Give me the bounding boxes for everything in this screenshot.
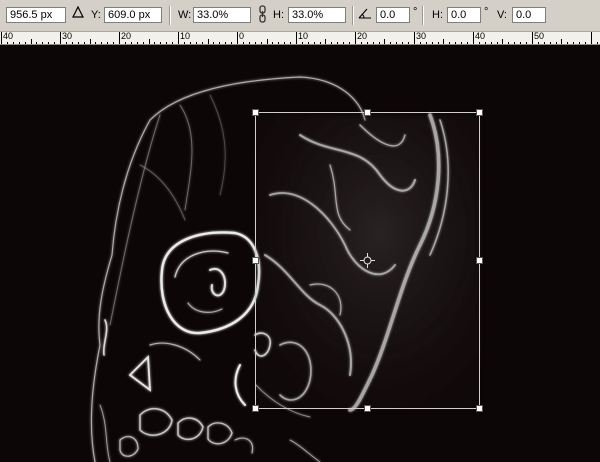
skew-h-label: H:	[432, 9, 443, 21]
document-canvas[interactable]	[0, 45, 600, 462]
toolbar-separator	[169, 6, 170, 25]
w-label: W:	[178, 9, 192, 21]
h-label: H:	[273, 9, 284, 21]
ruler-label: 0	[239, 32, 245, 41]
handle-top-right[interactable]	[476, 109, 483, 116]
ruler-label: 30	[62, 32, 73, 41]
width-scale-field[interactable]: 33.0%	[193, 7, 251, 23]
ruler-label: 10	[180, 32, 191, 41]
horizontal-ruler[interactable]: 40 30 20 10 0 10 20 30 40 50	[0, 32, 600, 45]
rotation-field[interactable]: 0.0	[376, 7, 410, 23]
handle-middle-left[interactable]	[252, 257, 259, 264]
handle-bottom-center[interactable]	[364, 405, 371, 412]
handle-bottom-right[interactable]	[476, 405, 483, 412]
handle-top-left[interactable]	[252, 109, 259, 116]
chain-link-icon[interactable]	[258, 5, 267, 28]
height-scale-field[interactable]: 33.0%	[288, 7, 346, 23]
ruler-label: 20	[357, 32, 368, 41]
x-position-field[interactable]: 956.5 px	[6, 7, 66, 23]
skew-horizontal-field[interactable]: 0.0	[447, 7, 481, 23]
ruler-label: 50	[534, 32, 545, 41]
angle-icon	[358, 6, 372, 25]
skew-vertical-field[interactable]: 0.0	[512, 7, 546, 23]
transform-options-bar: 956.5 px Y: 609.0 px W: 33.0% H: 33.0% 0…	[0, 0, 600, 32]
skew-degree-unit: °	[484, 6, 489, 18]
toolbar-separator	[422, 6, 423, 25]
handle-top-center[interactable]	[364, 109, 371, 116]
toolbar-separator	[352, 6, 353, 25]
artwork	[90, 76, 483, 462]
ruler-label: 10	[298, 32, 309, 41]
ruler-label: 20	[121, 32, 132, 41]
y-label: Y:	[91, 9, 101, 21]
y-position-field[interactable]: 609.0 px	[104, 7, 162, 23]
handle-bottom-left[interactable]	[252, 405, 259, 412]
ruler-label: 40	[475, 32, 486, 41]
ruler-label: 30	[416, 32, 427, 41]
smoke-overlay	[255, 113, 480, 412]
ruler-label: 40	[3, 32, 14, 41]
skew-v-label: V:	[497, 9, 507, 21]
reference-point-triangle-icon[interactable]	[72, 5, 84, 24]
rotation-degree-unit: °	[413, 6, 418, 18]
handle-middle-right[interactable]	[476, 257, 483, 264]
